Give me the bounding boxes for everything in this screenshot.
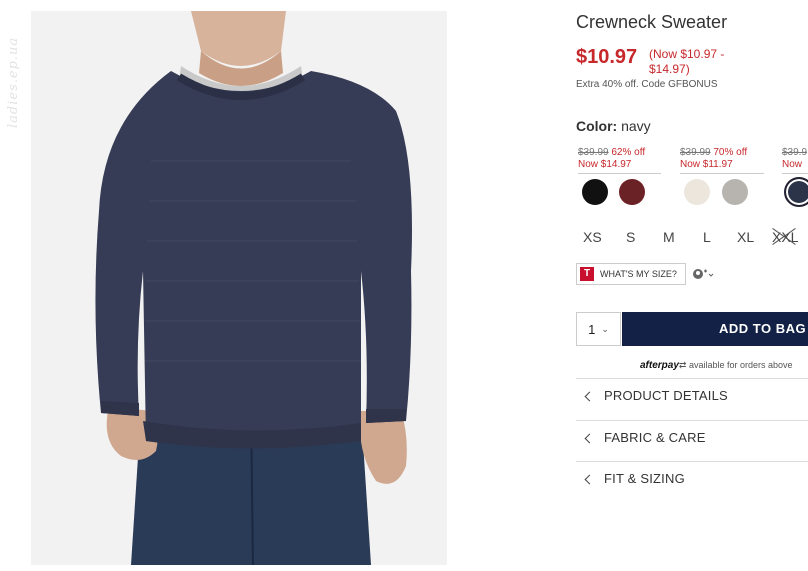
- watermark: ladies.ep.ua: [6, 36, 21, 128]
- fit-logo-icon: T: [580, 267, 594, 281]
- swatch-navy-selected[interactable]: [784, 177, 808, 207]
- sale-price: $10.97: [576, 46, 638, 68]
- product-title: Crewneck Sweater: [576, 12, 728, 32]
- color-selection: Color: navy: [576, 118, 651, 134]
- price-group-2: $39.99 70% off Now $11.97: [680, 147, 764, 174]
- swatch-grey[interactable]: [722, 179, 748, 205]
- accordion-fit-sizing[interactable]: FIT & SIZING: [576, 461, 808, 501]
- accordion-label: FIT & SIZING: [604, 471, 685, 486]
- afterpay-logo: afterpay: [640, 360, 679, 371]
- add-to-bag-button[interactable]: ADD TO BAG: [622, 312, 808, 346]
- price-range: (Now $10.97 - $14.97): [649, 47, 759, 77]
- whats-my-size-button[interactable]: T WHAT'S MY SIZE?: [576, 263, 686, 285]
- size-selector: XS S M L XL XXL: [576, 229, 808, 247]
- color-value: navy: [621, 118, 651, 134]
- afterpay-text: available for orders above: [688, 360, 793, 370]
- swatch-cream[interactable]: [684, 179, 710, 205]
- now-price: Now $14.97: [578, 159, 632, 170]
- person-plus-icon[interactable]: [692, 268, 714, 283]
- whats-my-size-label: WHAT'S MY SIZE?: [600, 269, 677, 279]
- accordion-label: PRODUCT DETAILS: [604, 388, 728, 403]
- size-m[interactable]: M: [663, 229, 675, 245]
- size-l[interactable]: L: [703, 229, 711, 245]
- chevron-left-icon: [584, 474, 595, 485]
- quantity-value: 1: [588, 321, 596, 337]
- was-price: $39.9: [782, 147, 808, 158]
- size-xs[interactable]: XS: [583, 229, 602, 245]
- model-sweater-illustration: [95, 11, 412, 565]
- was-price: $39.99: [578, 147, 609, 158]
- product-info-panel: Crewneck Sweater $10.97 (Now $10.97 - $1…: [576, 0, 808, 571]
- price-group-3: $39.9 Now: [782, 147, 808, 174]
- swatch-burgundy[interactable]: [619, 179, 645, 205]
- chevron-left-icon: [584, 433, 595, 444]
- accordion-fabric-care[interactable]: FABRIC & CARE: [576, 420, 808, 460]
- accordion-label: FABRIC & CARE: [604, 430, 706, 445]
- discount: 70% off: [713, 147, 748, 158]
- chevron-down-icon: ⌄: [601, 323, 609, 334]
- quantity-select[interactable]: 1 ⌄: [576, 312, 621, 346]
- price-range-line-1: (Now $10.97 -: [649, 47, 725, 61]
- product-image[interactable]: [31, 11, 447, 565]
- color-label: Color:: [576, 118, 618, 134]
- promo-text: Extra 40% off. Code GFBONUS: [576, 79, 718, 90]
- discount: 62% off: [611, 147, 646, 158]
- chevron-left-icon: [584, 391, 595, 402]
- price-range-line-2: $14.97): [649, 62, 690, 76]
- accordion-product-details[interactable]: PRODUCT DETAILS: [576, 378, 808, 418]
- afterpay-note: afterpay⇄ available for orders above: [640, 360, 793, 371]
- price-group-1: $39.99 62% off Now $14.97: [578, 147, 661, 174]
- swatch-black[interactable]: [582, 179, 608, 205]
- size-xxl[interactable]: XXL: [772, 229, 798, 245]
- now-price: Now: [782, 159, 803, 170]
- size-s[interactable]: S: [626, 229, 635, 245]
- size-xl[interactable]: XL: [737, 229, 754, 245]
- now-price: Now $11.97: [680, 159, 733, 170]
- was-price: $39.99: [680, 147, 711, 158]
